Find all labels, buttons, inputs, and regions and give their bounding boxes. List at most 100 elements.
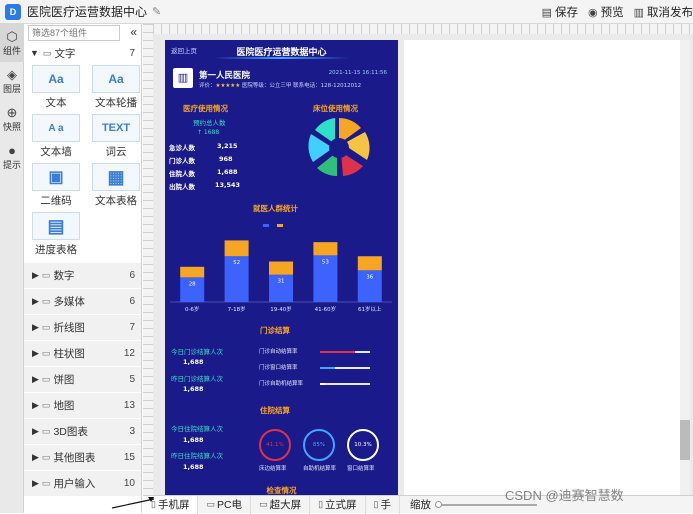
component-qrcode[interactable]: ▣ 二维码	[28, 163, 84, 208]
bar-segment	[313, 242, 338, 256]
chevron-right-icon: ▶	[32, 348, 39, 358]
ring-gauge: 10.3%	[347, 429, 379, 461]
category-label: 地图	[53, 400, 75, 412]
category-count: 5	[129, 374, 135, 385]
cancel-publish-button[interactable]: ▥ 取消发布	[634, 4, 693, 20]
tab-label: 超大屏	[269, 499, 302, 511]
left-rail: ⬡ 组件 ◈ 图层 ⊕ 快照 ● 提示	[0, 24, 24, 513]
component-word-cloud[interactable]: TEXT 词云	[88, 114, 141, 159]
clinic-yesterday-label: 昨日门诊结算人次	[171, 375, 223, 383]
save-icon: ▤	[541, 6, 552, 19]
category-label: 折线图	[53, 322, 85, 334]
canvas-blank-region	[404, 40, 684, 495]
chevron-down-icon: ▼	[30, 48, 39, 58]
layers-icon: ◈	[7, 66, 17, 82]
category-6[interactable]: ▶ ▭ 3D图表 3	[24, 419, 141, 445]
component-search-input[interactable]	[28, 25, 120, 41]
unpublish-icon: ▥	[633, 6, 644, 19]
chevron-right-icon: ▶	[32, 452, 39, 462]
inpatient-today-value: 1,688	[183, 436, 204, 444]
clinic-rate-fill	[320, 367, 335, 369]
category-count: 15	[123, 452, 135, 463]
stat-label: 急诊人数	[169, 144, 195, 152]
category-5[interactable]: ▶ ▭ 地图 13	[24, 393, 141, 419]
preview-button[interactable]: ◉ 预览	[588, 4, 624, 20]
zoom-slider-knob[interactable]	[434, 500, 442, 508]
scrollbar-thumb[interactable]	[680, 420, 690, 460]
category-8[interactable]: ▶ ▭ 用户输入 10	[24, 471, 141, 497]
component-text-table[interactable]: ▦ 文本表格	[88, 163, 141, 208]
x-tick-label: 7-18岁	[228, 305, 246, 313]
app-logo-icon: D	[5, 3, 21, 20]
category-count: 7	[129, 322, 135, 333]
rail-layers[interactable]: ◈ 图层	[0, 62, 24, 100]
component-text-wall[interactable]: A a 文本墙	[28, 114, 84, 159]
snapshot-icon: ⊕	[6, 104, 18, 120]
bar-segment	[269, 261, 293, 275]
inpatient-today-label: 今日住院结算人次	[171, 425, 223, 433]
preview-label: 预览	[600, 7, 624, 19]
crowd-bar-chart: 28 0-6岁 52 7-18岁 31 19-40岁 53 41-60岁 36 61岁以上	[170, 240, 392, 313]
stat-label: 出院人数	[169, 183, 195, 191]
category-1[interactable]: ▶ ▭ 多媒体 6	[24, 289, 141, 315]
clinic-rate-track	[320, 383, 370, 385]
category-4[interactable]: ▶ ▭ 饼图 5	[24, 367, 141, 393]
category-label: 其他图表	[53, 452, 96, 464]
category-icon: ▭	[41, 270, 51, 280]
tile-label: 二维码	[40, 195, 72, 207]
clinic-rate-fill	[320, 383, 325, 385]
category-label: 用户输入	[53, 478, 96, 490]
component-text[interactable]: Aa 文本	[28, 65, 84, 110]
cube-icon: ⬡	[6, 28, 18, 44]
category-count: 6	[129, 296, 135, 307]
category-0[interactable]: ▶ ▭ 数字 6	[24, 263, 141, 289]
ring-value: 41.1%	[266, 442, 284, 448]
clinic-today-label: 今日门诊结算人次	[171, 348, 223, 356]
collapse-panel-icon[interactable]: «	[130, 25, 137, 39]
hospital-level-phone: 医院等级：公立三甲 联系电话：128-12012012	[240, 83, 362, 89]
clinic-rate-label: 门诊自助机结算率	[259, 381, 304, 387]
cancel-publish-label: 取消发布	[647, 7, 693, 19]
category-2[interactable]: ▶ ▭ 折线图 7	[24, 315, 141, 341]
category-label: 数字	[53, 270, 75, 282]
save-label: 保存	[554, 7, 578, 19]
ring-gauge: 41.1%	[259, 429, 291, 461]
top-toolbar: D 医院医疗运营数据中心 ✎ ▤ 保存 ◉ 预览 ▥ 取消发布	[0, 0, 693, 24]
ring-value: 10.3%	[354, 442, 372, 448]
crowd-legend	[263, 217, 285, 230]
rail-tips[interactable]: ● 提示	[0, 138, 24, 176]
category-7[interactable]: ▶ ▭ 其他图表 15	[24, 445, 141, 471]
group-text-header[interactable]: ▼ ▭ 文字 7	[24, 43, 141, 63]
rail-snapshot[interactable]: ⊕ 快照	[0, 100, 24, 138]
component-progress-table[interactable]: ▤ 进度表格	[28, 212, 84, 257]
eye-icon: ◉	[587, 6, 598, 19]
hospital-header: ▥ 第一人民医院 评价：★★★★★ 医院等级：公立三甲 联系电话：128-120…	[173, 68, 393, 91]
word-cloud-icon: TEXT	[92, 114, 140, 142]
text-wall-icon: A a	[32, 114, 80, 142]
save-button[interactable]: ▤ 保存	[542, 4, 578, 20]
clinic-rate-fill	[320, 351, 355, 353]
title-underline	[213, 57, 350, 59]
tab-large-screen[interactable]: ▭ 超大屏	[251, 495, 311, 514]
category-icon: ▭	[41, 374, 51, 384]
rail-label: 图层	[2, 83, 21, 94]
chevron-right-icon: ▶	[32, 270, 39, 280]
stat-value: 1,688	[217, 168, 238, 176]
component-text-carousel[interactable]: Aa 文本轮播	[88, 65, 141, 110]
bulb-icon: ●	[8, 142, 16, 158]
dashboard-screen[interactable]: 返回上页 医院医疗运营数据中心 ▥ 第一人民医院 评价：★★★★★ 医院等级：公…	[165, 40, 398, 495]
large-screen-icon: ▭	[259, 499, 268, 509]
category-icon: ▭	[41, 322, 51, 332]
tab-hand[interactable]: ▯ 手	[366, 495, 400, 514]
category-label: 3D图表	[53, 426, 88, 438]
zoom-label: 缩放	[409, 499, 431, 511]
rail-label: 组件	[2, 45, 21, 56]
category-3[interactable]: ▶ ▭ 柱状图 12	[24, 341, 141, 367]
tab-vertical-screen[interactable]: ▯ 立式屏	[310, 495, 366, 514]
edit-title-icon[interactable]: ✎	[152, 5, 161, 18]
progress-table-icon: ▤	[32, 212, 80, 240]
tile-label: 词云	[105, 146, 127, 158]
tab-pc-screen[interactable]: ▭ PC电	[198, 495, 252, 514]
qrcode-icon: ▣	[32, 163, 80, 191]
rail-components[interactable]: ⬡ 组件	[0, 24, 24, 62]
